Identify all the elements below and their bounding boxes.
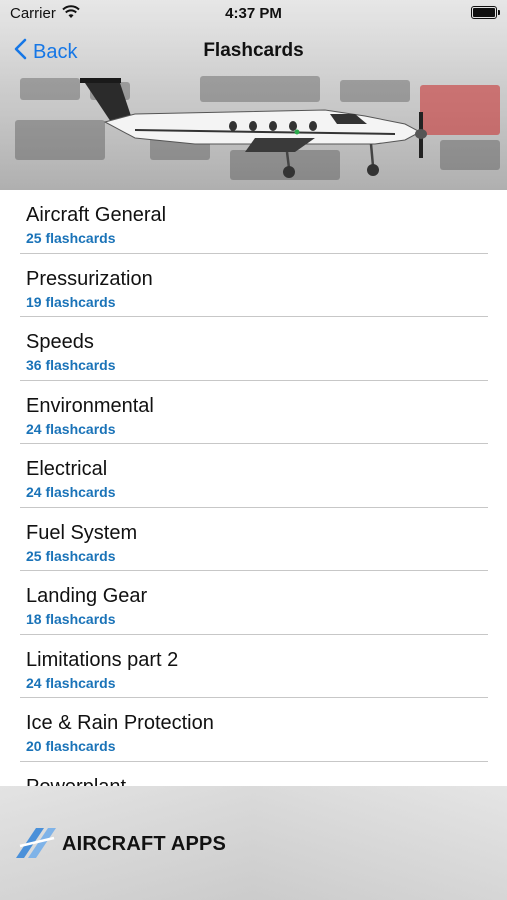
item-title: Limitations part 2	[26, 648, 179, 671]
item-title: Environmental	[26, 394, 154, 417]
item-count: 19 flashcards	[26, 293, 116, 310]
aircraft-apps-logo-icon	[14, 824, 58, 865]
list-item[interactable]: Aircraft General 25 flashcards	[20, 190, 488, 254]
list-item[interactable]: Speeds 36 flashcards	[20, 317, 488, 381]
flashcard-category-list: Aircraft General 25 flashcards Pressuriz…	[0, 190, 507, 786]
item-title: Electrical	[26, 458, 108, 480]
list-item[interactable]: Landing Gear 18 flashcards	[20, 571, 488, 635]
item-count: 24 flashcards	[26, 420, 116, 437]
clock: 4:37 PM	[225, 5, 282, 22]
item-count: 24 flashcards	[26, 484, 116, 500]
item-count: 18 flashcards	[26, 611, 116, 627]
item-title: Ice & Rain Protection	[26, 712, 214, 734]
item-title: Landing Gear	[26, 585, 148, 607]
list-item[interactable]: Environmental 24 flashcards	[20, 381, 488, 444]
navigation-bar: Back Flashcards	[0, 36, 507, 70]
item-title: Pressurization	[26, 267, 153, 290]
item-title: Speeds	[26, 331, 94, 353]
footer-banner: AIRCRAFT APPS	[0, 786, 507, 900]
airplane-illustration	[80, 78, 427, 178]
item-title: Aircraft General	[26, 204, 167, 226]
list-item[interactable]: Ice & Rain Protection 20 flashcards	[20, 698, 488, 762]
item-title: Powerplant	[26, 776, 126, 787]
item-title: Fuel System	[26, 521, 138, 544]
brand-name: AIRCRAFT APPS	[62, 833, 227, 855]
brand-logo: AIRCRAFT APPS	[14, 824, 226, 865]
list-item[interactable]: Limitations part 2 24 flashcards	[20, 635, 488, 698]
header-cockpit-banner: Carrier 4:37 PM Back Flashcards	[0, 0, 507, 190]
list-item[interactable]: Electrical 24 flashcards	[20, 444, 488, 508]
item-count: 36 flashcards	[26, 357, 116, 373]
item-count: 20 flashcards	[26, 738, 116, 754]
list-item[interactable]: Pressurization 19 flashcards	[20, 254, 488, 317]
list-item[interactable]: Powerplant	[20, 762, 488, 787]
item-count: 25 flashcards	[26, 547, 116, 564]
status-bar: Carrier 4:37 PM	[0, 0, 507, 28]
list-item[interactable]: Fuel System 25 flashcards	[20, 508, 488, 571]
item-count: 25 flashcards	[26, 230, 116, 246]
battery-icon	[471, 6, 500, 19]
item-count: 24 flashcards	[26, 674, 116, 691]
page-title: Flashcards	[203, 40, 304, 61]
